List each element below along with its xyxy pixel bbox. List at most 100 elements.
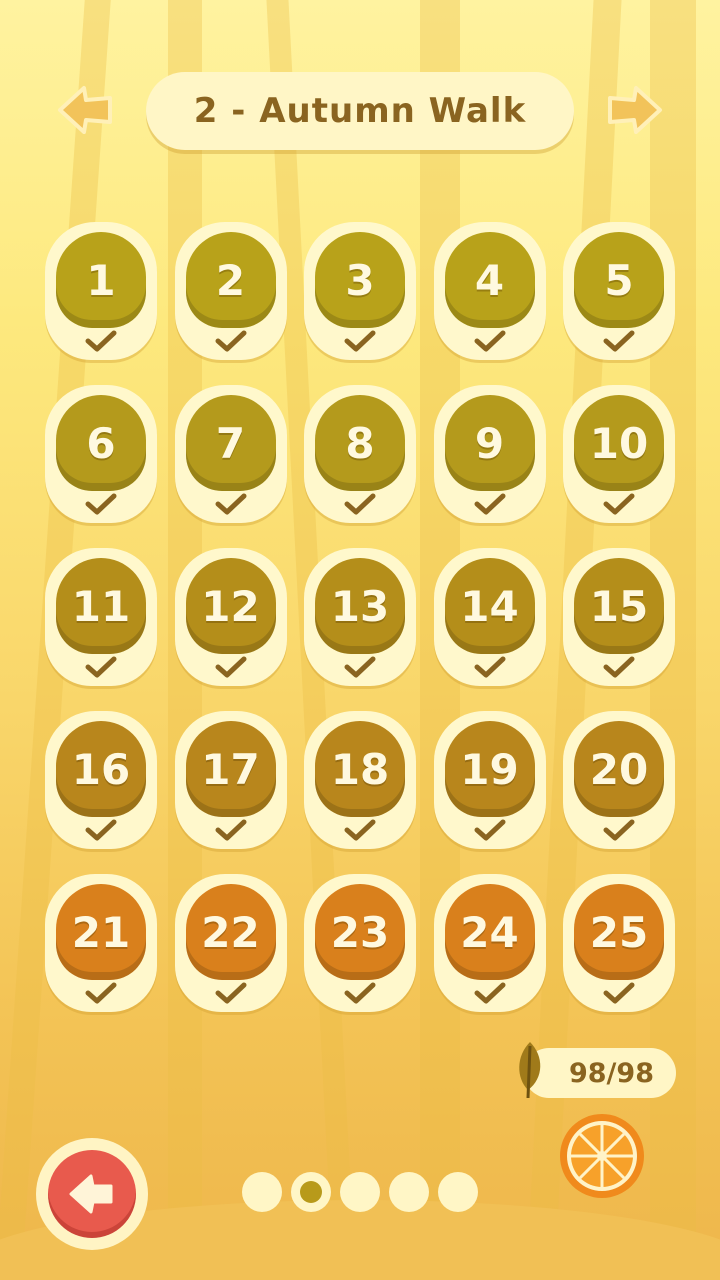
level-button[interactable]: 4 xyxy=(433,222,546,362)
page-dot[interactable] xyxy=(242,1172,282,1212)
level-stone: 11 xyxy=(56,558,146,654)
level-button[interactable]: 22 xyxy=(174,874,287,1014)
level-number: 21 xyxy=(71,907,131,957)
level-number: 14 xyxy=(460,581,519,631)
level-button[interactable]: 9 xyxy=(433,385,546,525)
level-number: 2 xyxy=(215,255,246,305)
level-stone: 21 xyxy=(56,884,146,980)
level-button[interactable]: 12 xyxy=(174,548,287,688)
level-number: 3 xyxy=(345,255,375,305)
level-stone: 19 xyxy=(444,721,535,817)
world-title-pill: 2 - Autumn Walk xyxy=(146,72,574,150)
level-button[interactable]: 8 xyxy=(304,385,416,525)
next-world-button[interactable] xyxy=(600,76,668,144)
level-button[interactable]: 1 xyxy=(45,222,157,362)
level-stone: 12 xyxy=(185,558,276,654)
level-button[interactable]: 11 xyxy=(45,548,157,688)
checkmark-icon xyxy=(474,493,505,515)
level-button[interactable]: 3 xyxy=(304,222,416,362)
level-number: 20 xyxy=(589,744,649,794)
checkmark-icon xyxy=(215,819,246,841)
level-button[interactable]: 13 xyxy=(304,548,416,688)
level-number: 15 xyxy=(589,581,649,631)
level-button[interactable]: 19 xyxy=(433,711,546,851)
checkmark-icon xyxy=(603,330,635,352)
checkmark-icon xyxy=(603,819,635,841)
level-number: 12 xyxy=(201,581,260,631)
level-button[interactable]: 14 xyxy=(433,548,546,688)
level-button[interactable]: 21 xyxy=(45,874,157,1014)
level-button[interactable]: 18 xyxy=(304,711,416,851)
checkmark-icon xyxy=(215,493,246,515)
level-button[interactable]: 23 xyxy=(304,874,416,1014)
level-number: 7 xyxy=(215,418,246,468)
checkmark-icon xyxy=(344,656,376,678)
level-button[interactable]: 25 xyxy=(563,874,675,1014)
previous-world-button[interactable] xyxy=(52,76,120,144)
checkmark-icon xyxy=(474,982,505,1004)
level-stone: 20 xyxy=(574,721,664,817)
level-stone: 8 xyxy=(315,395,405,491)
level-stone: 7 xyxy=(185,395,276,491)
checkmark-icon xyxy=(215,982,246,1004)
checkmark-icon xyxy=(215,330,246,352)
level-stone: 17 xyxy=(185,721,276,817)
level-button[interactable]: 15 xyxy=(563,548,675,688)
level-button[interactable]: 20 xyxy=(563,711,675,851)
level-number: 4 xyxy=(474,255,505,305)
orange-slice-icon[interactable] xyxy=(558,1112,646,1200)
level-stone: 14 xyxy=(444,558,535,654)
level-number: 1 xyxy=(86,255,116,305)
level-number: 8 xyxy=(345,418,375,468)
checkmark-icon xyxy=(344,819,376,841)
level-button[interactable]: 24 xyxy=(433,874,546,1014)
checkmark-icon xyxy=(344,493,376,515)
level-number: 23 xyxy=(330,907,390,957)
level-stone: 5 xyxy=(574,232,664,328)
level-select-screen: 2 - Autumn Walk 1 2 3 4 5 6 7 8 9 10 11 12 13 14 15 16 1… xyxy=(0,0,720,1280)
level-stone: 22 xyxy=(185,884,276,980)
level-stone: 25 xyxy=(574,884,664,980)
level-stone: 18 xyxy=(315,721,405,817)
checkmark-icon xyxy=(85,656,117,678)
checkmark-icon xyxy=(85,493,117,515)
checkmark-icon xyxy=(474,330,505,352)
level-stone: 6 xyxy=(56,395,146,491)
level-number: 5 xyxy=(604,255,634,305)
checkmark-icon xyxy=(603,656,635,678)
back-arrow-icon xyxy=(69,1174,113,1214)
level-number: 24 xyxy=(460,907,519,957)
checkmark-icon xyxy=(603,982,635,1004)
page-dot[interactable] xyxy=(389,1172,429,1212)
checkmark-icon xyxy=(85,330,117,352)
level-stone: 1 xyxy=(56,232,146,328)
back-button[interactable] xyxy=(36,1138,148,1250)
level-stone: 15 xyxy=(574,558,664,654)
level-number: 11 xyxy=(71,581,131,631)
checkmark-icon xyxy=(344,330,376,352)
page-dot[interactable] xyxy=(340,1172,380,1212)
level-button[interactable]: 7 xyxy=(174,385,287,525)
page-dot[interactable] xyxy=(291,1172,331,1212)
level-stone: 16 xyxy=(56,721,146,817)
arrow-right-icon xyxy=(608,86,662,134)
level-button[interactable]: 17 xyxy=(174,711,287,851)
level-number: 17 xyxy=(201,744,260,794)
page-dot[interactable] xyxy=(438,1172,478,1212)
checkmark-icon xyxy=(215,656,246,678)
level-number: 25 xyxy=(589,907,649,957)
level-stone: 13 xyxy=(315,558,405,654)
level-button[interactable]: 16 xyxy=(45,711,157,851)
level-button[interactable]: 6 xyxy=(45,385,157,525)
level-stone: 2 xyxy=(185,232,276,328)
level-button[interactable]: 10 xyxy=(563,385,675,525)
level-button[interactable]: 2 xyxy=(174,222,287,362)
arrow-left-icon xyxy=(58,86,112,134)
level-number: 18 xyxy=(330,744,390,794)
level-button[interactable]: 5 xyxy=(563,222,675,362)
checkmark-icon xyxy=(474,656,505,678)
level-stone: 23 xyxy=(315,884,405,980)
level-number: 10 xyxy=(589,418,649,468)
level-stone: 24 xyxy=(444,884,535,980)
level-number: 13 xyxy=(330,581,390,631)
